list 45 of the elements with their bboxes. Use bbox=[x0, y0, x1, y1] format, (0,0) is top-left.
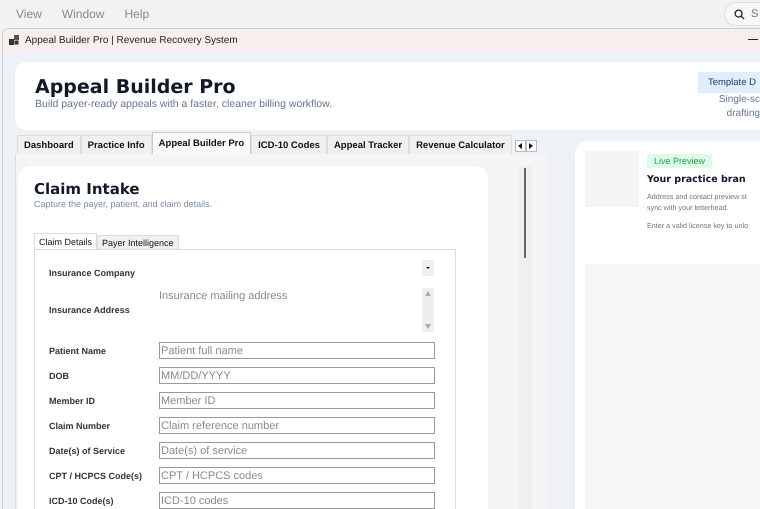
field-label: CPT / HCPCS Code(s) bbox=[49, 470, 144, 480]
field-label: Date(s) of Service bbox=[49, 446, 126, 456]
section-title: Claim Intake bbox=[34, 180, 141, 198]
minimize-icon[interactable] bbox=[748, 39, 758, 41]
input-field[interactable]: Claim reference number bbox=[159, 417, 435, 434]
input-field[interactable]: Member ID bbox=[159, 392, 435, 409]
template-badge: Template D bbox=[698, 72, 760, 93]
field-label: DOB bbox=[49, 370, 70, 380]
tab[interactable]: Revenue Calculator bbox=[409, 135, 512, 154]
scrollbar[interactable] bbox=[518, 166, 532, 509]
left-triangle-icon bbox=[518, 143, 522, 149]
tab[interactable]: Payer Intelligence bbox=[97, 235, 179, 249]
search-icon bbox=[734, 9, 745, 20]
caret-icon bbox=[426, 267, 430, 269]
input-field[interactable]: CPT / HCPCS codes bbox=[159, 467, 435, 484]
template-note: drafting bbox=[726, 107, 760, 120]
input-field[interactable]: Date(s) of service bbox=[159, 442, 435, 459]
tab[interactable]: Claim Details bbox=[34, 233, 98, 249]
app-title: Appeal Builder Pro bbox=[35, 75, 237, 99]
app-subtitle: Build payer-ready appeals with a faster, cleaner billing workflow. bbox=[35, 98, 332, 110]
window-title: Appeal Builder Pro | Revenue Recovery System bbox=[25, 34, 238, 46]
field-label: Claim Number bbox=[49, 420, 112, 430]
template-note: Single-sc bbox=[718, 93, 760, 106]
tab[interactable]: Appeal Tracker bbox=[326, 135, 410, 154]
input-field[interactable]: MM/DD/YYYY bbox=[159, 367, 435, 384]
field-label: Member ID bbox=[49, 396, 96, 406]
tab[interactable]: Appeal Builder Pro bbox=[152, 132, 252, 154]
tab[interactable]: ICD-10 Codes bbox=[251, 135, 327, 154]
tab[interactable]: Dashboard bbox=[17, 135, 81, 154]
input-field[interactable]: Patient full name bbox=[159, 342, 435, 359]
field-label: Patient Name bbox=[49, 346, 108, 356]
scroll-right-button[interactable] bbox=[526, 140, 537, 152]
scroll-left-button[interactable] bbox=[514, 140, 526, 152]
field-label: Insurance Address bbox=[49, 305, 131, 315]
app-icon bbox=[9, 35, 19, 45]
tab[interactable]: Practice Info bbox=[80, 135, 152, 154]
right-triangle-icon bbox=[529, 143, 534, 149]
field-label: Insurance Company bbox=[49, 268, 136, 278]
dropdown-button[interactable] bbox=[422, 260, 434, 276]
section-subtitle: Capture the payer, patient, and claim details. bbox=[34, 199, 214, 209]
status-badge: Live Preview bbox=[647, 154, 712, 168]
input-field[interactable]: ICD-10 codes bbox=[159, 492, 435, 509]
search-field[interactable]: S bbox=[724, 2, 760, 26]
preview-title: Your practice bran bbox=[647, 174, 747, 185]
field-label: ICD-10 Code(s) bbox=[49, 496, 115, 506]
